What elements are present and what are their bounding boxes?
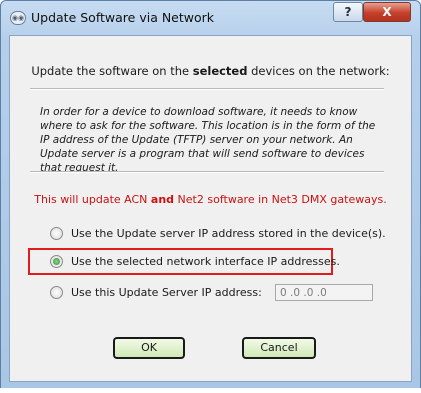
- network-app-icon: ◉◉: [10, 11, 26, 25]
- window-title: Update Software via Network: [31, 10, 215, 25]
- instruction-prefix: Update the software on the: [31, 64, 193, 78]
- cancel-button[interactable]: Cancel: [242, 337, 316, 359]
- dialog-content: Update the software on the selected devi…: [9, 35, 412, 382]
- radio-button[interactable]: [50, 285, 63, 299]
- update-server-ip-input[interactable]: 0 .0 .0 .0: [275, 284, 373, 301]
- close-button[interactable]: X: [363, 2, 411, 22]
- title-bar[interactable]: ◉◉ Update Software via Network ? X: [1, 1, 420, 35]
- option-selected-interface[interactable]: Use the selected network interface IP ad…: [50, 253, 340, 269]
- warning-suffix: Net2 software in Net3 DMX gateways.: [174, 193, 387, 206]
- warning-message: This will update ACN and Net2 software i…: [10, 193, 411, 206]
- option-label: Use the Update server IP address stored …: [71, 226, 386, 240]
- info-paragraph: In order for a device to download softwa…: [40, 106, 376, 174]
- instruction-heading: Update the software on the selected devi…: [10, 64, 411, 78]
- option-label: Use this Update Server IP address:: [71, 285, 262, 299]
- option-stored-ip[interactable]: Use the Update server IP address stored …: [50, 225, 386, 241]
- option-custom-ip[interactable]: Use this Update Server IP address:: [50, 284, 262, 300]
- separator-middle: [30, 171, 384, 173]
- radio-button-selected[interactable]: [50, 254, 63, 268]
- separator-top: [30, 88, 384, 90]
- warning-bold: and: [150, 193, 175, 206]
- instruction-suffix: devices on the network:: [247, 64, 390, 78]
- help-button[interactable]: ?: [333, 2, 363, 22]
- dialog-window: ◉◉ Update Software via Network ? X Updat…: [0, 0, 421, 390]
- ok-button[interactable]: OK: [113, 337, 185, 359]
- instruction-bold: selected: [192, 64, 248, 78]
- radio-button[interactable]: [50, 226, 63, 240]
- option-label: Use the selected network interface IP ad…: [71, 254, 340, 268]
- warning-prefix: This will update ACN: [34, 193, 151, 206]
- background-strip: [0, 388, 421, 393]
